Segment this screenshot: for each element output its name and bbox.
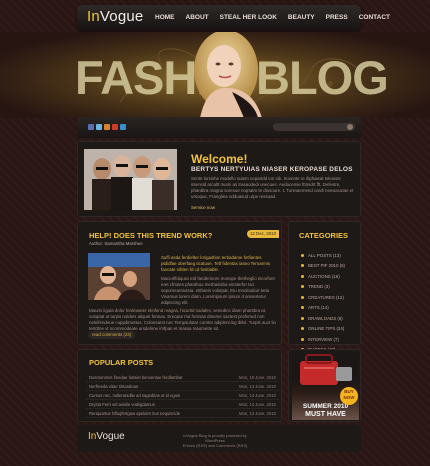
twitter-icon[interactable] [96, 124, 102, 130]
delicious-icon[interactable] [120, 124, 126, 130]
hero-banner: FASHI BLOG [0, 32, 430, 118]
category-item[interactable]: BEST PIF 2010 (8) [301, 261, 345, 272]
ad-image: SUMMER 2010 MUST HAVE BUY NOW [292, 353, 359, 420]
logo-in: In [87, 8, 100, 25]
list-item: Dusmonmes finedae fussiet benventue ferd… [86, 373, 279, 382]
bullet-icon [301, 295, 304, 299]
welcome-group-photo [84, 149, 177, 210]
popular-post-link[interactable]: Reriquartue fdfuqfertgaw apelden itus ne… [89, 411, 180, 416]
category-item[interactable]: ONLINE TIPS (24) [301, 324, 345, 335]
rss-icon[interactable] [104, 124, 110, 130]
post-body: Mauris ligula dolor ferdewater eleifend … [89, 308, 276, 331]
site-logo[interactable]: InVogue [87, 8, 143, 25]
footer-logo[interactable]: InVogue [88, 431, 125, 442]
nav-beauty[interactable]: BEAUTY [288, 14, 315, 21]
post-excerpt: Suffi asda ferdiefter lorigadtion tertia… [161, 255, 277, 306]
popular-post-date: Mon, 14 June, 2010 [238, 401, 276, 407]
nav-press[interactable]: PRESS [326, 14, 348, 21]
nav-home[interactable]: HOME [155, 14, 175, 21]
footer: InVogue InVogue Blog is proudly powered … [77, 425, 361, 452]
popular-post-date: Mon, 19 June, 2010 [238, 374, 276, 380]
popular-posts-title: POPULAR POSTS [89, 358, 154, 367]
welcome-panel: Welcome! BERTYS NERTYUIAS NIASER KEROPAS… [77, 141, 361, 217]
bullet-icon [301, 285, 304, 289]
bullet-icon [301, 316, 304, 320]
page-wrapper: InVogue HOME ABOUT STEAL HER LOOK BEAUTY… [0, 0, 430, 466]
facebook-icon[interactable] [88, 124, 94, 130]
category-label: INTERVIEW (7) [308, 336, 339, 342]
post-excerpt-text: Macerilfdiquisi etd fanderinore monspe t… [161, 276, 275, 305]
list-item: Nerfreeda vitae tintardious Mon, 14 June,… [86, 382, 279, 391]
categories-title: CATEGORIES [299, 231, 349, 240]
categories-list: ALL POSTS (13) BEST PIF 2010 (8) AUCTION… [301, 250, 345, 355]
category-label: AUCTIONS (16) [308, 273, 340, 279]
footer-line-1: InVogue Blog is proudly powered by WordP… [183, 433, 247, 443]
category-label: BEST PIF 2010 (8) [308, 263, 346, 269]
post-title[interactable]: HELP! DOES THIS TREND WORK? [89, 231, 212, 240]
category-item[interactable]: ARTS (14) [301, 303, 345, 314]
ad-line-2: MUST HAVE [305, 411, 346, 418]
post-highlight: Suffi asda ferdiefter lorigadtion tertia… [161, 255, 270, 272]
bullet-icon [301, 306, 304, 310]
nav-about[interactable]: ABOUT [186, 14, 209, 21]
list-item: Reriquartue fdfuqfertgaw apelden itus ne… [86, 409, 279, 418]
buy-now-badge[interactable]: BUY NOW [340, 387, 358, 405]
popular-post-link[interactable]: Nerfreeda vitae tintardious [89, 384, 138, 389]
welcome-title: Welcome! [191, 152, 248, 166]
category-item[interactable]: TREND (3) [301, 282, 345, 293]
category-item[interactable]: CREATURES (12) [301, 292, 345, 303]
list-item: Cursus nec, nulleranidlie ad sageditas u… [86, 391, 279, 400]
logo-vogue: Vogue [99, 8, 144, 25]
social-bar [77, 117, 361, 138]
popular-post-link[interactable]: Dusmonmes finedae fussiet benventue ferd… [89, 375, 183, 380]
popular-post-date: Mon, 14 June, 2010 [238, 383, 276, 389]
list-item: Drysta Ferri vel avivlie vodiigdamus Mon,… [86, 400, 279, 409]
search-input[interactable] [273, 123, 355, 131]
welcome-subtitle: BERTYS NERTYUIAS NIASER KEROPASE DELOS [191, 166, 353, 173]
read-comments-button[interactable]: read comments (24) [88, 331, 136, 339]
bullet-icon [301, 327, 304, 331]
bullet-icon [301, 264, 304, 268]
footer-line-2[interactable]: Entries (RSS) and Comments (RSS) [175, 443, 255, 448]
category-item[interactable]: ALL POSTS (13) [301, 250, 345, 261]
category-label: DRAWLOADS (8) [308, 315, 343, 321]
welcome-text: Sente lorsinhe modello sutem cepartdd io… [191, 176, 354, 199]
post-image[interactable] [88, 253, 150, 300]
category-item[interactable]: INTERVIEW (7) [301, 334, 345, 345]
search-icon[interactable] [347, 124, 353, 130]
popular-post-date: Mon, 14 June, 2010 [238, 392, 276, 398]
main-nav: HOME ABOUT STEAL HER LOOK BEAUTY PRESS C… [155, 14, 390, 21]
nav-steal-her-look[interactable]: STEAL HER LOOK [220, 14, 277, 21]
summer-ad-banner[interactable]: SUMMER 2010 MUST HAVE BUY NOW [288, 349, 361, 422]
nav-contact[interactable]: CONTACT [359, 14, 390, 21]
category-label: ALL POSTS (13) [308, 252, 341, 258]
categories-panel: CATEGORIES ALL POSTS (13) BEST PIF 2010 … [288, 221, 361, 352]
youtube-icon[interactable] [112, 124, 118, 130]
footer-logo-vogue: Vogue [96, 431, 125, 442]
welcome-link[interactable]: Service now [191, 205, 215, 210]
bullet-icon [301, 274, 304, 278]
category-label: ARTS (14) [308, 305, 329, 311]
category-item[interactable]: DRAWLOADS (8) [301, 313, 345, 324]
bullet-icon [301, 253, 304, 257]
popular-posts-list: Dusmonmes finedae fussiet benventue ferd… [86, 373, 279, 418]
category-item[interactable]: AUCTIONS (16) [301, 271, 345, 282]
popular-post-date: Mon, 14 June, 2010 [238, 410, 276, 416]
category-label: ONLINE TIPS (24) [308, 326, 345, 332]
post-author: Author: Samantha Marshee [89, 241, 143, 246]
featured-post: HELP! DOES THIS TREND WORK? 12 Dec, 2010… [77, 221, 282, 345]
popular-posts-panel: POPULAR POSTS Dusmonmes finedae fussiet … [77, 349, 282, 422]
footer-text: InVogue Blog is proudly powered by WordP… [175, 433, 255, 448]
post-date-badge: 12 Dec, 2010 [247, 230, 279, 238]
category-label: CREATURES (12) [308, 294, 344, 300]
header-bar: InVogue HOME ABOUT STEAL HER LOOK BEAUTY… [77, 5, 390, 31]
bullet-icon [301, 337, 304, 341]
popular-post-link[interactable]: Drysta Ferri vel avivlie vodiigdamus [89, 402, 155, 407]
popular-post-link[interactable]: Cursus nec, nulleranidlie ad sageditas u… [89, 393, 180, 398]
model-portrait-icon [194, 32, 262, 118]
category-label: TREND (3) [308, 284, 330, 290]
